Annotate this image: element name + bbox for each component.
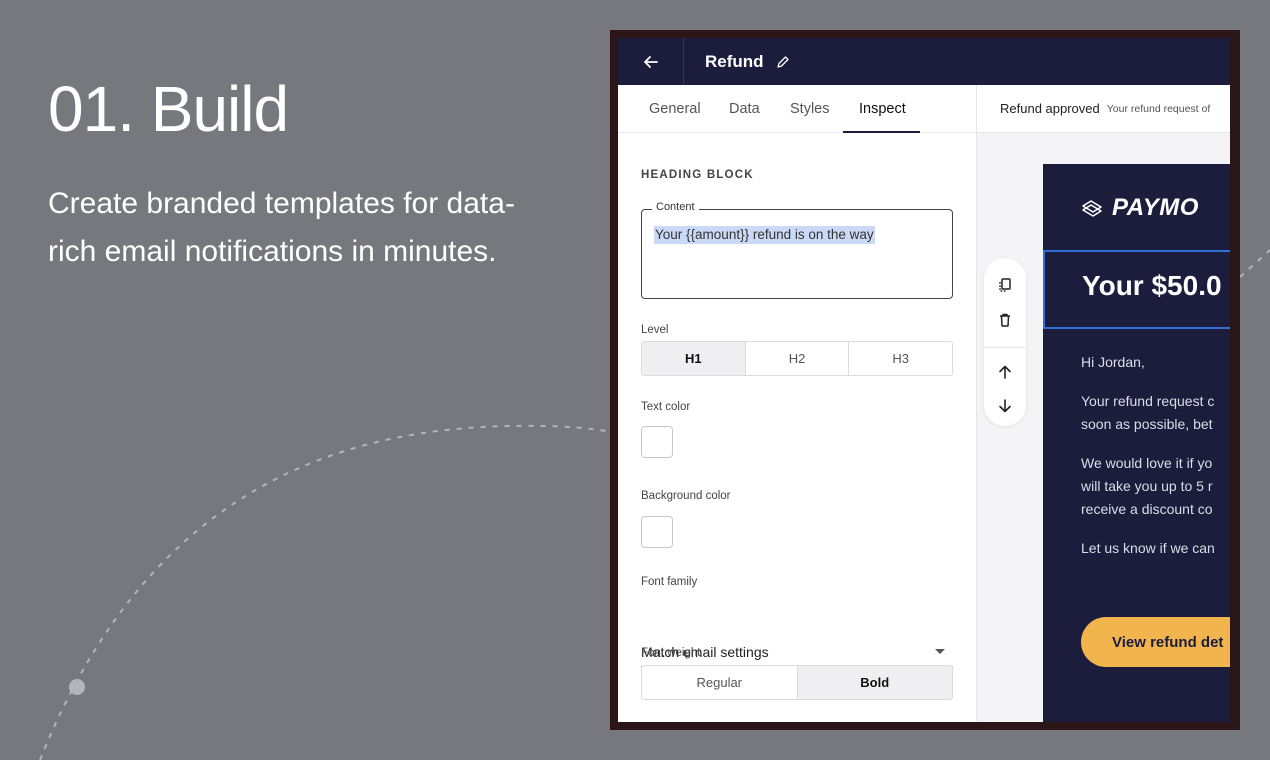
decorative-dot	[69, 679, 85, 695]
level-label: Level	[641, 324, 669, 336]
section-label: HEADING BLOCK	[641, 169, 754, 181]
pencil-icon	[776, 55, 789, 68]
duplicate-icon	[999, 278, 1011, 292]
arrow-down-icon	[999, 399, 1011, 413]
tab-bar: General Data Styles Inspect	[618, 85, 976, 133]
email-preheader: Your refund request of	[1106, 102, 1211, 115]
move-up-button[interactable]	[984, 357, 1026, 387]
app-window: Refund General Data Styles Inspect HEADI…	[610, 30, 1240, 730]
text-color-swatch[interactable]	[641, 426, 673, 458]
email-line: will take you up to 5 r	[1081, 478, 1213, 494]
hero-description: Create branded templates for data-rich e…	[48, 187, 515, 268]
email-paragraph: We would love it if yo will take you up …	[1081, 452, 1213, 521]
hero-title: 01. Build	[48, 73, 289, 145]
tab-inspect[interactable]: Inspect	[843, 85, 920, 133]
email-subject: Refund approved	[1000, 101, 1100, 116]
trash-icon	[1000, 313, 1010, 327]
preview-panel: Refund approved Your refund request of P…	[977, 85, 1230, 722]
font-family-label: Font family	[641, 576, 698, 588]
inspector-panel: General Data Styles Inspect HEADING BLOC…	[618, 85, 977, 722]
brand-name: PAYMO	[1112, 194, 1199, 221]
content-field-label: Content	[652, 201, 699, 213]
text-color-label: Text color	[641, 401, 691, 413]
font-weight-option-regular[interactable]: Regular	[642, 666, 798, 699]
level-option-h3[interactable]: H3	[849, 342, 952, 375]
email-heading: Your $50.0	[1082, 270, 1222, 301]
view-refund-button[interactable]: View refund det	[1081, 617, 1230, 667]
level-selector: H1 H2 H3	[641, 341, 953, 376]
delete-block-button[interactable]	[984, 305, 1026, 335]
tab-styles[interactable]: Styles	[790, 85, 830, 133]
back-button[interactable]	[618, 38, 684, 85]
level-option-h1[interactable]: H1	[642, 342, 746, 375]
preview-header: Refund approved Your refund request of	[977, 85, 1230, 133]
email-line: Let us know if we can	[1081, 540, 1215, 556]
app: Refund General Data Styles Inspect HEADI…	[618, 38, 1230, 722]
chevron-down-icon	[935, 649, 945, 654]
heading-block-selected[interactable]: Your $50.0	[1043, 250, 1230, 329]
background-color-label: Background color	[641, 490, 731, 502]
font-weight-label: Font weight	[641, 647, 701, 659]
email-preview: PAYMO Your $50.0 Hi Jordan, Your refund …	[1043, 164, 1230, 722]
tab-data[interactable]: Data	[729, 85, 760, 133]
arrow-left-icon	[643, 55, 658, 68]
email-paragraph: Your refund request c soon as possible, …	[1081, 390, 1214, 436]
email-paragraph: Let us know if we can	[1081, 537, 1215, 560]
topbar: Refund	[618, 38, 1230, 85]
font-weight-option-bold[interactable]: Bold	[797, 666, 952, 699]
level-option-h2[interactable]: H2	[745, 342, 850, 375]
toolbar-divider	[984, 347, 1026, 348]
email-line: soon as possible, bet	[1081, 416, 1213, 432]
template-title: Refund	[705, 51, 764, 71]
content-field-value[interactable]: Your {{amount}} refund is on the way	[654, 226, 875, 244]
brand-logo-icon	[1082, 200, 1102, 217]
font-weight-selector: Regular Bold	[641, 665, 953, 700]
arrow-up-icon	[999, 365, 1011, 379]
brand-logo: PAYMO	[1080, 194, 1199, 222]
content-field[interactable]: Content Your {{amount}} refund is on the…	[641, 201, 953, 299]
background-color-swatch[interactable]	[641, 516, 673, 548]
move-down-button[interactable]	[984, 391, 1026, 421]
email-line: receive a discount co	[1081, 501, 1213, 517]
tab-general[interactable]: General	[649, 85, 701, 133]
email-line: We would love it if yo	[1081, 455, 1213, 471]
email-line: Your refund request c	[1081, 393, 1215, 409]
duplicate-block-button[interactable]	[984, 270, 1026, 300]
email-line: Hi Jordan,	[1081, 354, 1145, 370]
block-toolbar	[984, 258, 1026, 426]
email-greeting: Hi Jordan,	[1081, 351, 1145, 374]
edit-title-button[interactable]	[776, 55, 790, 69]
